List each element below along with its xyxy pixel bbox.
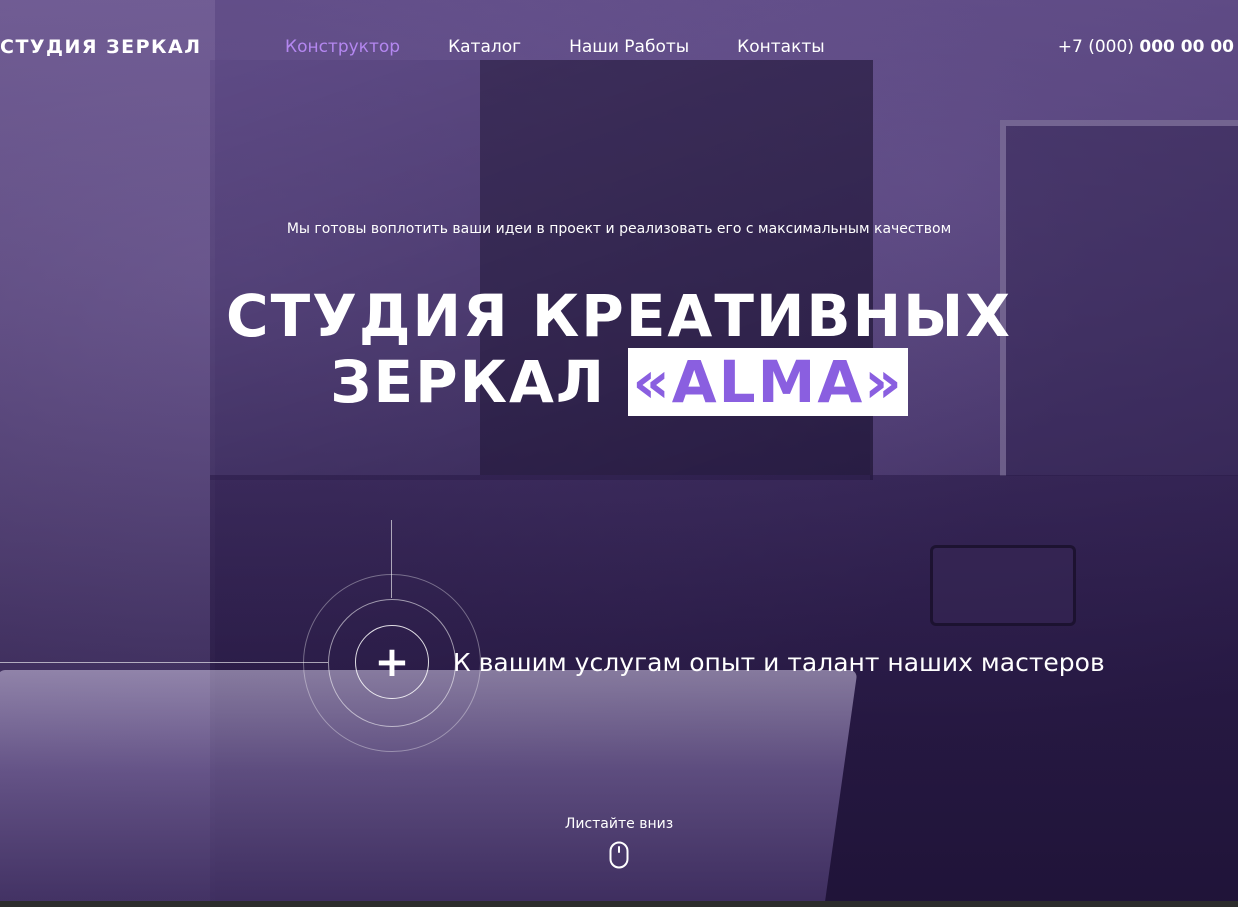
nav-item-works[interactable]: Наши Работы	[569, 37, 689, 57]
bottom-bar	[0, 901, 1238, 907]
feature-text: К вашим услугам опыт и талант наших маст…	[453, 648, 1105, 677]
headline-line-2: ЗЕРКАЛ	[330, 348, 607, 416]
site-header: СТУДИЯ ЗЕРКАЛ Конструктор Каталог Наши Р…	[0, 0, 1238, 95]
nav-item-catalog[interactable]: Каталог	[448, 37, 521, 57]
phone-prefix: +7 (000)	[1057, 37, 1134, 57]
site-logo[interactable]: СТУДИЯ ЗЕРКАЛ	[0, 36, 202, 58]
headline-line-1: СТУДИЯ КРЕАТИВНЫХ	[226, 282, 1012, 350]
background-socket	[930, 545, 1076, 626]
plus-icon: +	[374, 637, 410, 686]
brand-highlight: «ALMA»	[628, 348, 908, 416]
hero-tagline: Мы готовы воплотить ваши идеи в проект и…	[286, 221, 952, 237]
main-nav: Конструктор Каталог Наши Работы Контакты	[285, 37, 825, 57]
nav-item-contacts[interactable]: Контакты	[737, 37, 825, 57]
scroll-label[interactable]: Листайте вниз	[0, 816, 1238, 832]
plus-button[interactable]: +	[355, 625, 429, 699]
hero-section: СТУДИЯ ЗЕРКАЛ Конструктор Каталог Наши Р…	[0, 0, 1238, 907]
nav-item-constructor[interactable]: Конструктор	[285, 37, 400, 57]
phone-number: 000 00 00	[1139, 37, 1234, 57]
hero-headline: СТУДИЯ КРЕАТИВНЫХ ЗЕРКАЛ «ALMA»	[0, 282, 1238, 416]
phone-link[interactable]: +7 (000) 000 00 00	[1058, 37, 1234, 57]
mouse-icon[interactable]	[609, 841, 629, 869]
decor-line-horizontal	[0, 662, 328, 663]
